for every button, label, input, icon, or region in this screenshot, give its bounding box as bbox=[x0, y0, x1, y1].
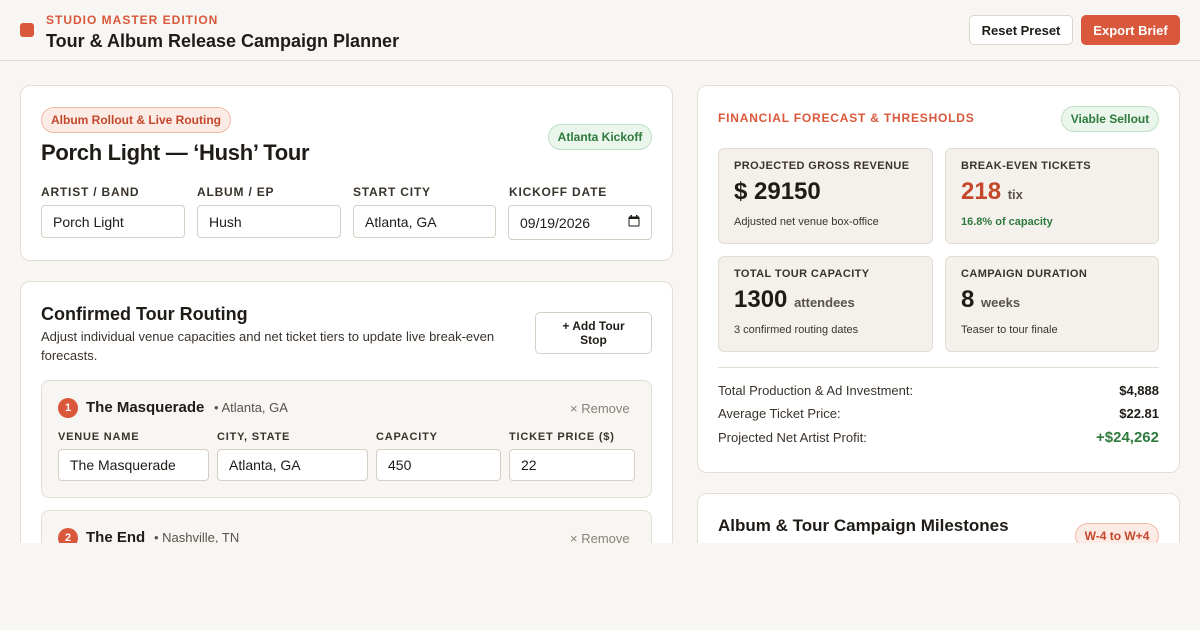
break-even-title: BREAK-EVEN TICKETS bbox=[961, 160, 1092, 172]
tour-capacity-tile: TOTAL TOUR CAPACITY 1300 attendees 3 con… bbox=[718, 256, 933, 352]
start-city-label: START CITY bbox=[353, 185, 431, 199]
campaign-duration-title: CAMPAIGN DURATION bbox=[961, 268, 1088, 280]
investment-value: $4,888 bbox=[1119, 383, 1159, 398]
milestones-title: Album & Tour Campaign Milestones bbox=[718, 516, 1009, 535]
remove-stop-button[interactable]: × Remove bbox=[570, 401, 630, 416]
ticket-price-label: TICKET PRICE ($) bbox=[509, 431, 615, 443]
campaign-tag: Album Rollout & Live Routing bbox=[41, 107, 231, 133]
remove-stop-button[interactable]: × Remove bbox=[570, 531, 630, 543]
tour-capacity-title: TOTAL TOUR CAPACITY bbox=[734, 268, 870, 280]
investment-row: Total Production & Ad Investment: $4,888 bbox=[718, 383, 1159, 398]
tour-capacity-value-line: 1300 attendees bbox=[734, 286, 855, 314]
gross-revenue-value: $ 29150 bbox=[734, 178, 821, 205]
campaign-duration-note: Teaser to tour finale bbox=[961, 324, 1058, 336]
campaign-duration-value: 8 bbox=[961, 286, 975, 313]
campaign-duration-value-line: 8 weeks bbox=[961, 286, 1020, 314]
start-city-field[interactable]: Atlanta, GA bbox=[353, 205, 496, 238]
routing-card: Confirmed Tour Routing Adjust individual… bbox=[20, 281, 673, 543]
gross-revenue-tile: PROJECTED GROSS REVENUE $ 29150 Adjusted… bbox=[718, 148, 933, 244]
kickoff-date-label: KICKOFF DATE bbox=[509, 185, 608, 199]
break-even-note: 16.8% of capacity bbox=[961, 216, 1053, 228]
break-even-value: 218 bbox=[961, 178, 1002, 205]
summary-divider bbox=[718, 367, 1159, 368]
album-label: ALBUM / EP bbox=[197, 185, 275, 199]
add-tour-stop-button[interactable]: + Add Tour Stop bbox=[535, 312, 652, 354]
capacity-field[interactable]: 450 bbox=[376, 449, 501, 481]
forecast-title: FINANCIAL FORECAST & THRESHOLDS bbox=[718, 111, 975, 125]
tour-capacity-value: 1300 bbox=[734, 286, 788, 313]
gross-revenue-note: Adjusted net venue box-office bbox=[734, 216, 879, 228]
stop-location: • Nashville, TN bbox=[154, 530, 240, 543]
stop-number-badge: 1 bbox=[58, 398, 78, 418]
artist-field[interactable]: Porch Light bbox=[41, 205, 185, 238]
kickoff-date-field[interactable]: 09/19/2026 bbox=[508, 205, 652, 240]
viable-sellout-badge: Viable Sellout bbox=[1061, 106, 1159, 132]
edition-label: STUDIO MASTER EDITION bbox=[46, 13, 219, 27]
campaign-name: Porch Light — ‘Hush’ Tour bbox=[41, 140, 310, 165]
city-state-field[interactable]: Atlanta, GA bbox=[217, 449, 368, 481]
break-even-tile: BREAK-EVEN TICKETS 218 tix 16.8% of capa… bbox=[945, 148, 1159, 244]
campaign-card: Album Rollout & Live Routing Atlanta Kic… bbox=[20, 85, 673, 261]
routing-title: Confirmed Tour Routing bbox=[41, 304, 248, 324]
brand-logo-icon bbox=[20, 23, 34, 37]
profit-value: +$24,262 bbox=[1096, 429, 1159, 446]
tour-stop-card: 2 The End • Nashville, TN × Remove bbox=[41, 510, 652, 543]
stop-location: • Atlanta, GA bbox=[214, 400, 288, 415]
tour-capacity-unit: attendees bbox=[794, 295, 855, 310]
tour-capacity-note: 3 confirmed routing dates bbox=[734, 324, 859, 336]
campaign-duration-unit: weeks bbox=[981, 295, 1021, 310]
venue-name-label: VENUE NAME bbox=[58, 431, 140, 443]
album-field[interactable]: Hush bbox=[197, 205, 341, 238]
reset-preset-button[interactable]: Reset Preset bbox=[969, 15, 1073, 45]
break-even-unit: tix bbox=[1007, 187, 1023, 202]
stop-name: The End bbox=[86, 529, 146, 543]
profit-label: Projected Net Artist Profit: bbox=[718, 430, 867, 445]
calendar-icon[interactable] bbox=[628, 215, 640, 227]
ticket-price-field[interactable]: 22 bbox=[509, 449, 635, 481]
capacity-label: CAPACITY bbox=[376, 431, 438, 443]
avg-price-row: Average Ticket Price: $22.81 bbox=[718, 406, 1159, 421]
routing-subtitle: Adjust individual venue capacities and n… bbox=[41, 329, 495, 363]
main-content: Album Rollout & Live Routing Atlanta Kic… bbox=[0, 61, 1200, 543]
campaign-duration-tile: CAMPAIGN DURATION 8 weeks Teaser to tour… bbox=[945, 256, 1159, 352]
stop-number-badge: 2 bbox=[58, 528, 78, 543]
kickoff-date-value: 09/19/2026 bbox=[520, 214, 591, 231]
avg-price-value: $22.81 bbox=[1119, 406, 1159, 421]
city-state-label: CITY, STATE bbox=[217, 431, 291, 443]
stop-name: The Masquerade bbox=[86, 399, 205, 416]
kickoff-badge: Atlanta Kickoff bbox=[548, 124, 652, 150]
tour-stop-card: 1 The Masquerade • Atlanta, GA × Remove … bbox=[41, 380, 652, 498]
milestones-range-badge: W-4 to W+4 bbox=[1075, 523, 1159, 543]
forecast-card: FINANCIAL FORECAST & THRESHOLDS Viable S… bbox=[697, 85, 1180, 473]
profit-row: Projected Net Artist Profit: +$24,262 bbox=[718, 429, 1159, 446]
break-even-value-line: 218 tix bbox=[961, 178, 1023, 206]
venue-name-field[interactable]: The Masquerade bbox=[58, 449, 209, 481]
investment-label: Total Production & Ad Investment: bbox=[718, 383, 914, 398]
artist-label: ARTIST / BAND bbox=[41, 185, 140, 199]
export-brief-button[interactable]: Export Brief bbox=[1081, 15, 1180, 45]
top-bar: STUDIO MASTER EDITION Tour & Album Relea… bbox=[0, 0, 1200, 61]
avg-price-label: Average Ticket Price: bbox=[718, 406, 841, 421]
gross-revenue-title: PROJECTED GROSS REVENUE bbox=[734, 160, 910, 172]
app-title: Tour & Album Release Campaign Planner bbox=[46, 31, 400, 51]
milestones-card: Album & Tour Campaign Milestones W-4 to … bbox=[697, 493, 1180, 543]
